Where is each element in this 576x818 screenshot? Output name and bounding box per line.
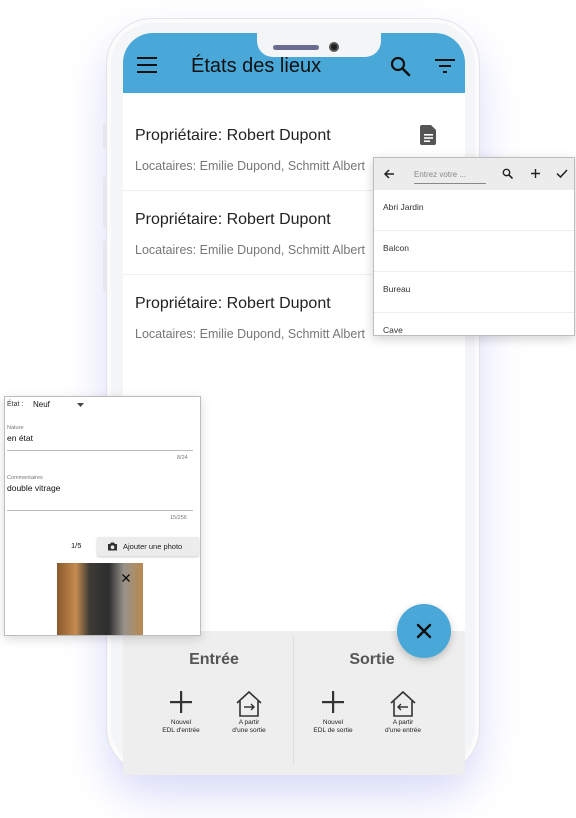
close-fab-button[interactable] (397, 604, 451, 658)
phone-notch (257, 33, 381, 57)
app-title: États des lieux (191, 55, 322, 77)
tenant-names: Locataires: Emilie Dupond, Schmitt Alber… (135, 327, 365, 341)
action-label: Nouvel (170, 719, 192, 726)
from-entry-button[interactable]: A partir d'une entrée (367, 689, 439, 735)
room-option[interactable]: Balcon (374, 231, 574, 272)
nature-char-count: 8/24 (177, 455, 188, 461)
document-icon[interactable] (420, 125, 438, 145)
action-label: d'une entrée (385, 727, 421, 734)
entree-title: Entrée (189, 651, 239, 668)
house-export-icon (390, 690, 416, 717)
owner-name: Propriétaire: Robert Dupont (135, 295, 331, 312)
room-option-label: Bureau (383, 284, 411, 294)
owner-name: Propriétaire: Robert Dupont (135, 211, 331, 228)
room-option[interactable]: Bureau (374, 272, 574, 313)
room-picker-dialog: Abri Jardin Balcon Bureau Cave (373, 157, 575, 336)
search-icon[interactable] (502, 168, 513, 179)
add-photo-button[interactable]: Ajouter une photo (97, 537, 199, 556)
room-option-label: Balcon (383, 243, 409, 253)
room-option[interactable]: Abri Jardin (374, 190, 574, 231)
plus-icon (170, 691, 192, 713)
room-photo (57, 563, 143, 635)
action-label: d'une sortie (232, 727, 266, 734)
action-label: A partir (238, 719, 260, 726)
picker-toolbar (374, 158, 574, 190)
room-option-label: Cave (383, 325, 403, 335)
room-search-input[interactable] (414, 166, 486, 184)
check-icon[interactable] (556, 168, 568, 179)
room-option-label: Abri Jardin (383, 202, 424, 212)
input-underline (7, 450, 193, 451)
action-label: Nouvel (322, 719, 344, 726)
new-entry-inventory-button[interactable]: Nouvel EDL d'entrée (145, 689, 217, 735)
speaker-grille (273, 45, 319, 50)
app-bar: États des lieux (123, 33, 465, 93)
back-arrow-icon[interactable] (383, 168, 395, 180)
search-icon[interactable] (389, 55, 411, 77)
comments-label: Commentaires (7, 475, 43, 481)
photo-count: 1/5 (71, 541, 82, 550)
tenant-names: Locataires: Emilie Dupond, Schmitt Alber… (135, 243, 365, 257)
etat-label: État : (7, 401, 24, 408)
new-exit-inventory-button[interactable]: Nouvel EDL de sortie (297, 689, 369, 735)
etat-dropdown[interactable]: Neuf (33, 399, 89, 412)
hamburger-menu-icon[interactable] (137, 57, 157, 73)
phone-side-button (103, 177, 107, 227)
comments-char-count: 15/256 (170, 515, 187, 521)
add-photo-label: Ajouter une photo (123, 542, 183, 551)
nature-label: Nature (7, 425, 24, 431)
phone-side-button (103, 123, 107, 149)
front-camera (329, 42, 339, 52)
from-exit-button[interactable]: A partir d'une sortie (213, 689, 285, 735)
filter-icon[interactable] (435, 59, 455, 73)
plus-icon (322, 691, 344, 713)
comments-input[interactable]: double vitrage (7, 483, 60, 493)
action-label: EDL de sortie (313, 727, 353, 734)
camera-icon (108, 542, 117, 551)
input-underline (7, 510, 193, 511)
room-option[interactable]: Cave (374, 313, 574, 335)
house-import-icon (236, 690, 262, 717)
phone-side-button (103, 241, 107, 291)
dropdown-arrow-icon (77, 403, 84, 407)
nature-input[interactable]: en état (7, 433, 33, 443)
remove-photo-icon[interactable] (121, 573, 131, 583)
close-icon (416, 623, 432, 639)
owner-name: Propriétaire: Robert Dupont (135, 127, 331, 144)
add-icon[interactable] (530, 168, 541, 179)
item-detail-form: État : Neuf Nature en état 8/24 Commenta… (4, 396, 201, 636)
action-label: A partir (392, 719, 414, 726)
action-label: EDL d'entrée (162, 727, 200, 734)
tenant-names: Locataires: Emilie Dupond, Schmitt Alber… (135, 159, 365, 173)
etat-value: Neuf (33, 400, 50, 409)
